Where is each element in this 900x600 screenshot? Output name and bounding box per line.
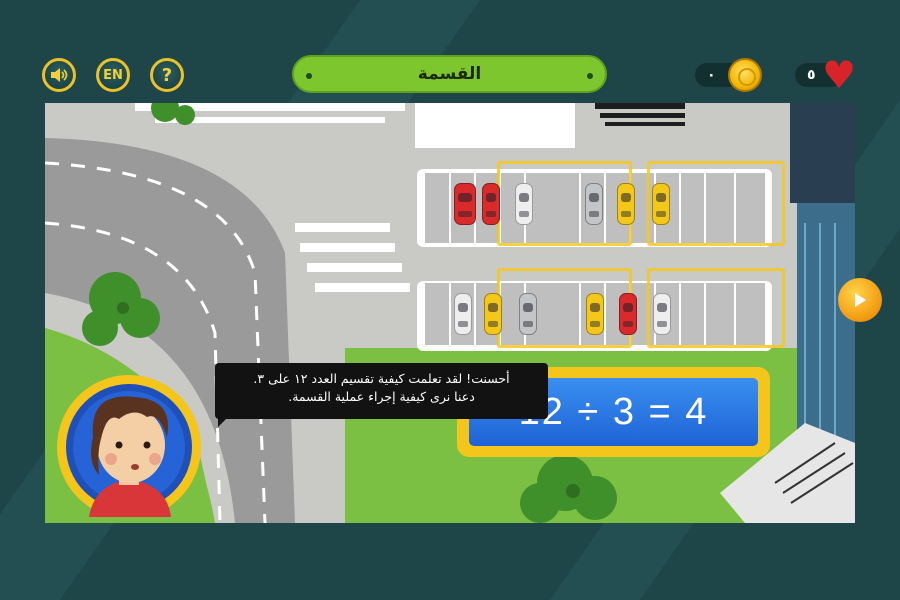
car	[586, 293, 604, 335]
next-button[interactable]	[838, 278, 882, 322]
car	[617, 183, 635, 225]
title-bar: القسمة	[292, 55, 607, 93]
lives-value: ٥	[807, 67, 816, 83]
car	[653, 293, 671, 335]
help-label: ?	[161, 64, 173, 86]
language-button[interactable]: EN	[96, 58, 130, 92]
car	[454, 183, 476, 225]
character-avatar	[57, 375, 201, 517]
car	[482, 183, 500, 225]
coin-icon	[728, 58, 762, 92]
speaker-icon	[51, 68, 68, 82]
speech-bubble: أحسنت! لقد تعلمت كيفية تقسيم العدد ١٢ عل…	[215, 363, 548, 419]
language-label: EN	[103, 67, 123, 83]
pill-dot	[587, 73, 593, 79]
heart-icon: ♥	[822, 53, 857, 97]
car	[515, 183, 533, 225]
coins-value: ٠	[707, 67, 716, 83]
sound-button[interactable]	[42, 58, 76, 92]
speech-line-1: أحسنت! لقد تعلمت كيفية تقسيم العدد ١٢ عل…	[253, 371, 510, 386]
page-title: القسمة	[417, 64, 482, 84]
car	[585, 183, 603, 225]
group-box	[497, 268, 632, 348]
play-icon	[855, 293, 866, 307]
pill-dot	[306, 73, 312, 79]
help-button[interactable]: ?	[150, 58, 184, 92]
speech-bubble-tail	[218, 413, 232, 427]
speech-line-2: دعنا نرى كيفية إجراء عملية القسمة.	[288, 389, 475, 404]
car	[484, 293, 502, 335]
car	[454, 293, 472, 335]
car	[619, 293, 637, 335]
car	[519, 293, 537, 335]
game-scene: 12 ÷ 3 = 4 أحسنت! لقد تعلمت كيفية تقسيم …	[45, 103, 855, 523]
car	[652, 183, 670, 225]
